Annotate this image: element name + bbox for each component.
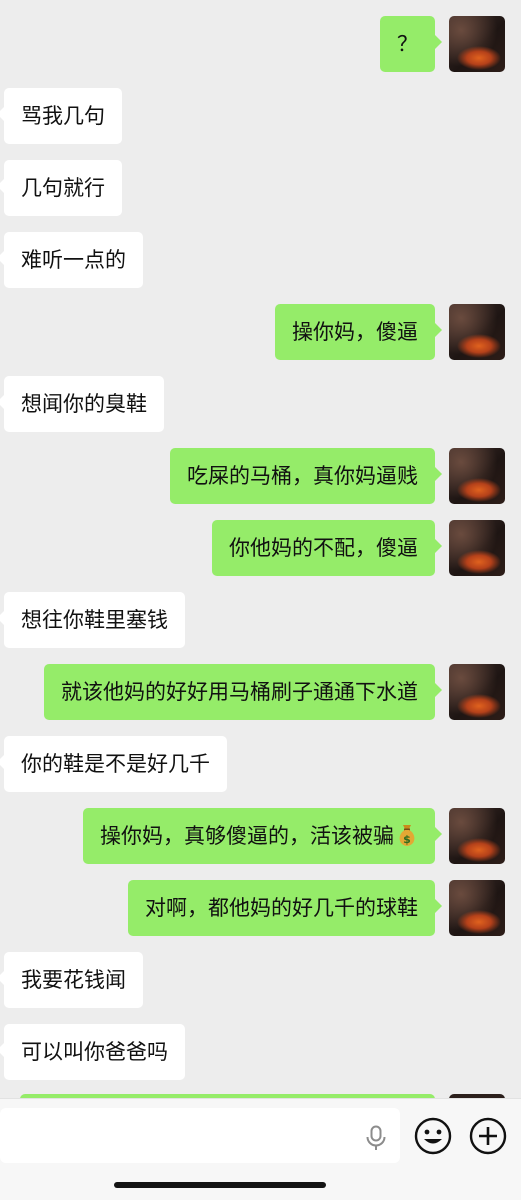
message-bubble[interactable]: 你他妈的不配，傻逼 (212, 520, 442, 576)
message-bubble[interactable]: 几句就行 (0, 160, 122, 216)
message-text: 想往你鞋里塞钱 (21, 608, 168, 632)
message-text: 对啊，都他妈的好几千的球鞋 (145, 896, 418, 920)
home-indicator (114, 1182, 326, 1188)
svg-text:$: $ (403, 833, 411, 846)
incoming-message-row: 难听一点的 (0, 232, 521, 288)
message-bubble[interactable]: 操你妈，真够傻逼的，活该被骗 $ (83, 808, 442, 864)
message-text: 你的鞋是不是好几千 (21, 752, 210, 776)
message-bubble[interactable]: 操你妈，傻逼 (275, 304, 442, 360)
message-bubble[interactable]: 难听一点的 (0, 232, 143, 288)
message-bubble[interactable]: 吃屎的马桶，真你妈逼贱 (170, 448, 442, 504)
outgoing-message-row: 对啊，都他妈的好几千的球鞋 (0, 880, 521, 936)
outgoing-message-row: 操你妈，傻逼 (0, 304, 521, 360)
message-bubble[interactable]: 可以叫你爸爸吗 (0, 1024, 185, 1080)
message-bubble[interactable]: 你的鞋是不是好几千 (0, 736, 227, 792)
microphone-icon[interactable] (362, 1124, 390, 1152)
incoming-message-row: 想闻你的臭鞋 (0, 376, 521, 432)
outgoing-message-row: 操你妈，真够傻逼的，活该被骗 $ (0, 808, 521, 864)
message-text: 吃屎的马桶，真你妈逼贱 (187, 464, 418, 488)
message-text: 难听一点的 (21, 248, 126, 272)
outgoing-message-row: 就该他妈的好好用马桶刷子通通下水道 (0, 664, 521, 720)
message-text: 就该他妈的好好用马桶刷子通通下水道 (61, 680, 418, 704)
message-bubble[interactable]: 就该他妈的好好用马桶刷子通通下水道 (44, 664, 442, 720)
incoming-message-row: 你的鞋是不是好几千 (0, 736, 521, 792)
outgoing-message-row: 你他妈的不配，傻逼 (0, 520, 521, 576)
avatar[interactable] (449, 16, 505, 72)
incoming-message-row: 想往你鞋里塞钱 (0, 592, 521, 648)
incoming-message-row: 可以叫你爸爸吗 (0, 1024, 521, 1080)
message-text: 操你妈，傻逼 (292, 320, 418, 344)
message-bubble[interactable]: 对啊，都他妈的好几千的球鞋 (128, 880, 442, 936)
avatar[interactable] (449, 304, 505, 360)
chat-area: ？ 骂我几句几句就行难听一点的操你妈，傻逼想闻你的臭鞋吃屎的马桶，真你妈逼贱你他妈… (0, 0, 521, 1098)
message-text: 可以叫你爸爸吗 (21, 1040, 168, 1064)
emoji-icon[interactable] (413, 1116, 453, 1156)
outgoing-message-row: ？ (0, 16, 521, 72)
avatar[interactable] (449, 664, 505, 720)
message-bubble[interactable]: 骂我几句 (0, 88, 122, 144)
avatar[interactable] (449, 520, 505, 576)
outgoing-message-row: 吃屎的马桶，真你妈逼贱 (0, 448, 521, 504)
avatar[interactable] (449, 808, 505, 864)
avatar[interactable] (449, 880, 505, 936)
message-text: 操你妈，真够傻逼的，活该被骗 (100, 824, 394, 848)
message-text: 我要花钱闻 (21, 968, 126, 992)
incoming-message-row: 我要花钱闻 (0, 952, 521, 1008)
message-bubble[interactable]: 想闻你的臭鞋 (0, 376, 164, 432)
avatar[interactable] (449, 448, 505, 504)
message-input[interactable] (0, 1108, 400, 1163)
message-text: 你他妈的不配，傻逼 (229, 536, 418, 560)
money-bag-icon: $ (396, 812, 418, 846)
message-text: ？ (397, 32, 418, 56)
incoming-message-row: 几句就行 (0, 160, 521, 216)
message-bubble[interactable]: 我要花钱闻 (0, 952, 143, 1008)
plus-icon[interactable] (468, 1116, 508, 1156)
incoming-message-row: 骂我几句 (0, 88, 521, 144)
message-text: 想闻你的臭鞋 (21, 392, 147, 416)
message-bubble[interactable]: 想往你鞋里塞钱 (0, 592, 185, 648)
message-text: 几句就行 (21, 176, 105, 200)
message-bubble[interactable]: ？ (380, 16, 442, 72)
message-text: 骂我几句 (21, 104, 105, 128)
